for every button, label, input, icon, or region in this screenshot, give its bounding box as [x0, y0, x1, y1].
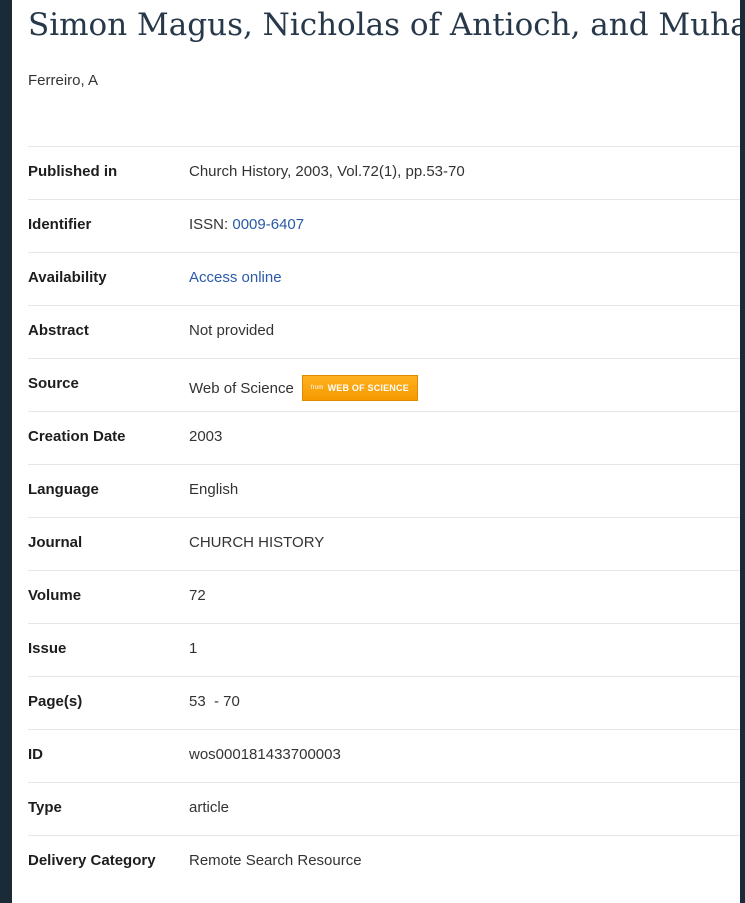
detail-value: 2003	[189, 428, 222, 445]
detail-value: 53 - 70	[189, 693, 240, 710]
detail-value: Remote Search Resource	[189, 852, 362, 869]
creation-date-value: 2003	[189, 428, 223, 445]
detail-value: Web of Science from WEB OF SCIENCE	[189, 375, 418, 401]
type-value: article	[189, 799, 230, 816]
detail-value: wos000181433700003	[189, 746, 341, 763]
detail-row-availability: Availability Access online	[28, 253, 740, 306]
detail-row-volume: Volume 72	[28, 571, 740, 624]
detail-label: Language	[28, 481, 99, 498]
detail-label: Volume	[28, 587, 82, 604]
detail-label: Abstract	[28, 322, 89, 339]
detail-row-journal: Journal CHURCH HISTORY	[28, 518, 740, 571]
detail-row-source: Source Web of Science from WEB OF SCIENC…	[28, 359, 740, 412]
detail-value: ISSN: 0009-6407	[189, 216, 304, 233]
detail-label: Availability	[28, 269, 107, 286]
detail-row-published-in: Published in Church History, 2003, Vol.7…	[28, 147, 740, 200]
web-of-science-logo[interactable]: from WEB OF SCIENCE	[301, 375, 418, 401]
detail-value: Access online	[189, 269, 282, 286]
detail-value: 72	[189, 587, 206, 604]
source-value: Web of Science	[189, 379, 294, 397]
wos-badge-text: WEB OF SCIENCE	[327, 383, 409, 393]
language-value: English	[189, 481, 239, 498]
detail-value: article	[189, 799, 229, 816]
detail-label: Page(s)	[28, 693, 83, 710]
window-frame: Simon Magus, Nicholas of Antioch, and Mu…	[0, 0, 745, 903]
detail-label: Issue	[28, 640, 67, 657]
delivery-category-value: Remote Search Resource	[189, 852, 362, 869]
detail-row-id: ID wos000181433700003	[28, 730, 740, 783]
detail-label: Published in	[28, 163, 118, 180]
detail-value: 1	[189, 640, 197, 657]
details-table: Published in Church History, 2003, Vol.7…	[28, 146, 740, 889]
detail-row-creation-date: Creation Date 2003	[28, 412, 740, 465]
detail-label: ID	[28, 746, 43, 763]
id-value: wos000181433700003	[189, 746, 341, 763]
journal-value: CHURCH HISTORY	[189, 534, 325, 551]
wos-badge-from: from	[310, 385, 324, 391]
detail-value: Not provided	[189, 322, 274, 339]
abstract-value: Not provided	[189, 322, 275, 339]
detail-label: Delivery Category	[28, 852, 156, 869]
detail-label: Type	[28, 799, 62, 816]
detail-value: Church History, 2003, Vol.72(1), pp.53-7…	[189, 163, 465, 180]
volume-value: 72	[189, 587, 206, 604]
detail-row-delivery-category: Delivery Category Remote Search Resource	[28, 836, 740, 889]
record-title: Simon Magus, Nicholas of Antioch, and Mu…	[28, 7, 740, 43]
published-in-value: Church History, 2003, Vol.72(1), pp.53-7…	[189, 163, 465, 180]
detail-label: Source	[28, 375, 79, 392]
access-online-link[interactable]: Access online	[189, 269, 282, 286]
issn-link[interactable]: 0009-6407	[232, 216, 304, 233]
issue-value: 1	[189, 640, 198, 657]
record-detail-card: Simon Magus, Nicholas of Antioch, and Mu…	[12, 0, 740, 903]
detail-value: English	[189, 481, 238, 498]
issn-prefix: ISSN:	[189, 216, 233, 233]
detail-row-abstract: Abstract Not provided	[28, 306, 740, 359]
pages-value: 53 - 70	[189, 693, 240, 710]
detail-row-type: Type article	[28, 783, 740, 836]
detail-label: Journal	[28, 534, 83, 551]
detail-value: CHURCH HISTORY	[189, 534, 324, 551]
identifier-value-wrap: ISSN: 0009-6407	[189, 216, 304, 233]
detail-row-pages: Page(s) 53 - 70	[28, 677, 740, 730]
detail-row-issue: Issue 1	[28, 624, 740, 677]
record-author[interactable]: Ferreiro, A	[28, 72, 98, 89]
detail-row-language: Language English	[28, 465, 740, 518]
detail-row-identifier: Identifier ISSN: 0009-6407	[28, 200, 740, 253]
detail-label: Creation Date	[28, 428, 126, 445]
detail-label: Identifier	[28, 216, 92, 233]
